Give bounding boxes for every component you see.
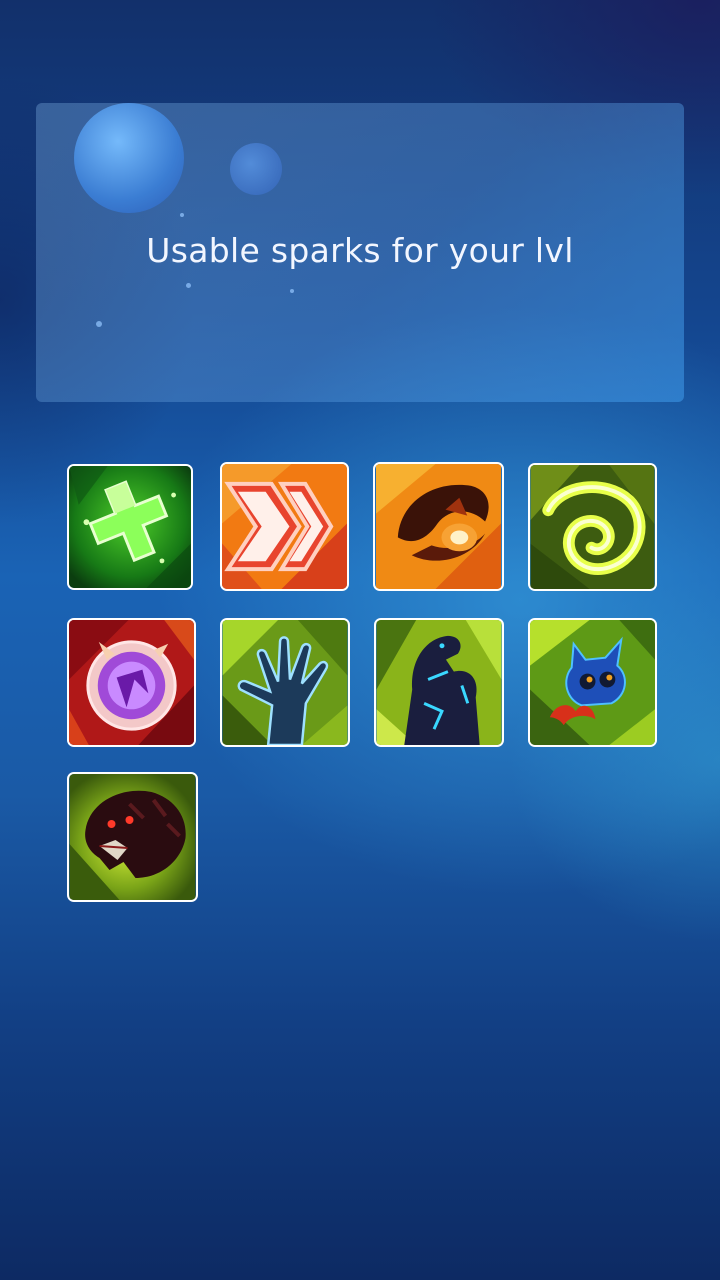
spark-tile-fire-claw[interactable] [373,462,504,591]
sparkle-dot [290,289,294,293]
purple-orb-shield-icon [69,620,194,745]
spark-tile-spiral[interactable] [528,463,657,591]
spark-tile-speed[interactable] [220,462,349,591]
red-eyed-panther-icon [69,774,196,900]
spark-tile-creature[interactable] [528,618,657,747]
spark-tile-dark-hand[interactable] [220,618,350,747]
shadow-beast-arm-icon [376,620,502,745]
spark-tile-panther[interactable] [67,772,198,902]
header-panel: Usable sparks for your lvl [36,103,684,402]
panel-title: Usable sparks for your lvl [146,231,574,270]
sparkle-dot [96,321,102,327]
fire-claw-icon [376,464,501,589]
spark-tile-orb-shield[interactable] [67,618,196,747]
spark-tile-heal[interactable] [67,464,193,590]
dark-hand-icon [222,620,348,745]
green-cross-heal-icon [69,466,191,588]
decorative-bubble-small [230,143,282,195]
sparkle-dot [180,213,184,217]
decorative-bubble-large [74,103,184,213]
spark-tile-shadow-arm[interactable] [374,618,504,747]
yellow-spiral-icon [530,465,655,589]
sparkle-dot [186,283,191,288]
blue-creature-icon [530,620,655,745]
speed-chevrons-icon [222,464,347,589]
